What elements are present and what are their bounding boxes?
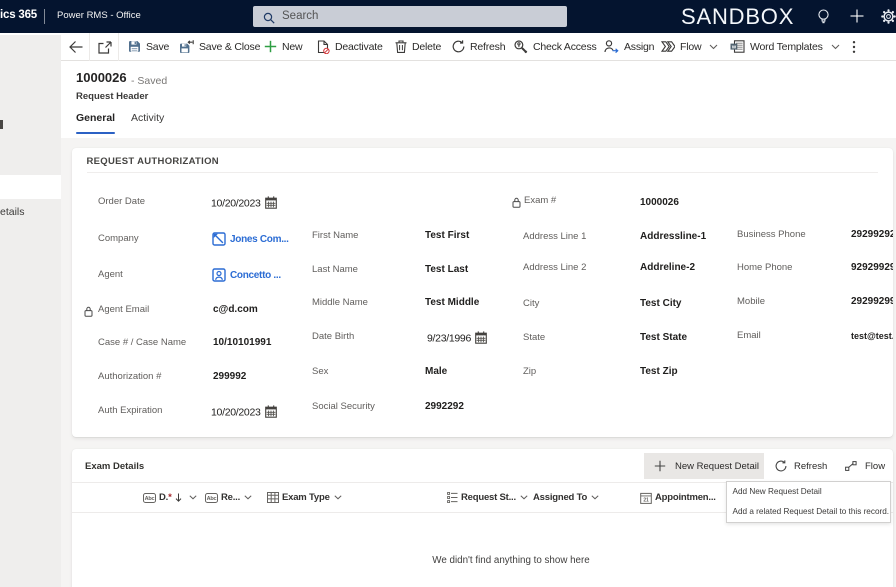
svg-text:21: 21 (643, 497, 649, 503)
svg-text:Abc: Abc (145, 496, 155, 502)
svg-text:Abc: Abc (207, 496, 217, 502)
